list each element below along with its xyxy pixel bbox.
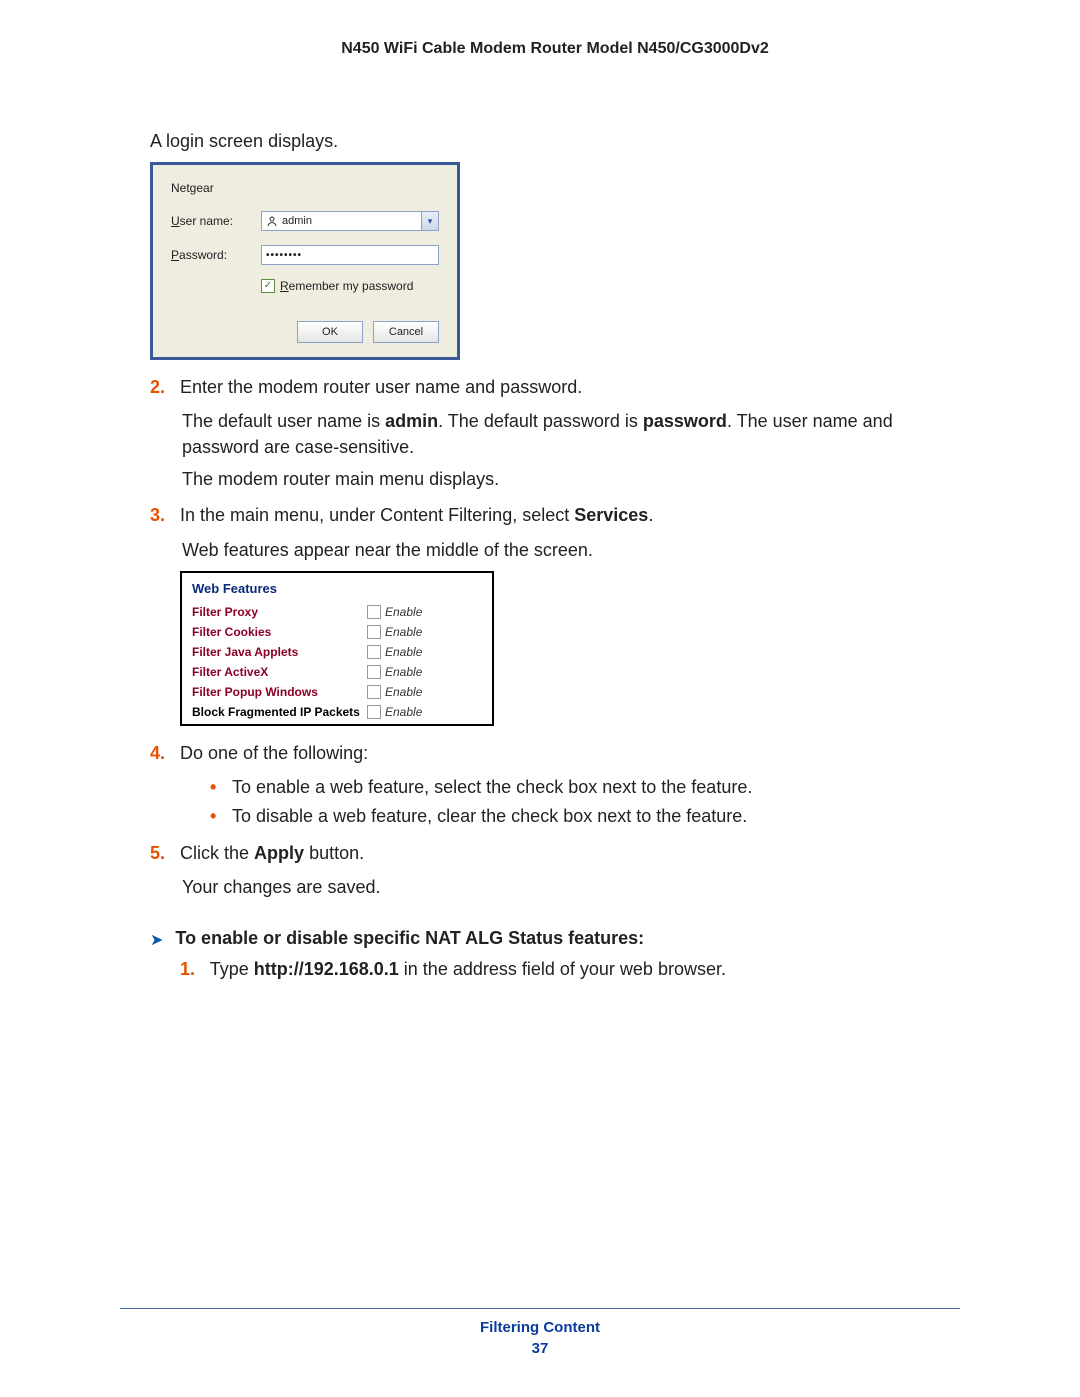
web-features-screenshot: Web Features Filter Proxy Enable Filter C… bbox=[180, 571, 494, 726]
step-2: 2. Enter the modem router user name and … bbox=[150, 374, 960, 400]
page-footer: Filtering Content 37 bbox=[120, 1308, 960, 1357]
step-number: 4. bbox=[150, 740, 175, 766]
wf-label: Filter Cookies bbox=[192, 625, 367, 639]
wf-checkbox[interactable] bbox=[367, 625, 381, 639]
login-brand: Netgear bbox=[171, 181, 439, 195]
step-2-detail-2: The modem router main menu displays. bbox=[182, 466, 960, 492]
wf-enable-text: Enable bbox=[385, 625, 422, 639]
password-label: Password: bbox=[171, 248, 261, 262]
arrow-right-icon: ➤ bbox=[150, 930, 163, 950]
username-label: User name: bbox=[171, 214, 261, 228]
step-number: 1. bbox=[180, 956, 205, 982]
bullet-item: To disable a web feature, clear the chec… bbox=[210, 803, 960, 830]
chevron-down-icon: ▾ bbox=[428, 216, 433, 227]
password-input[interactable]: •••••••• bbox=[261, 245, 439, 265]
wf-enable-text: Enable bbox=[385, 685, 422, 699]
step-text: Type http://192.168.0.1 in the address f… bbox=[210, 959, 726, 979]
wf-enable-text: Enable bbox=[385, 645, 422, 659]
step-3: 3. In the main menu, under Content Filte… bbox=[150, 502, 960, 528]
person-icon bbox=[266, 215, 278, 227]
cancel-button[interactable]: Cancel bbox=[373, 321, 439, 343]
substep-1: 1. Type http://192.168.0.1 in the addres… bbox=[180, 956, 960, 982]
remember-checkbox[interactable]: ✓ bbox=[261, 279, 275, 293]
wf-checkbox[interactable] bbox=[367, 685, 381, 699]
wf-label: Filter ActiveX bbox=[192, 665, 367, 679]
step-text: In the main menu, under Content Filterin… bbox=[180, 505, 653, 525]
remember-label: Remember my password bbox=[280, 279, 413, 293]
wf-label: Filter Proxy bbox=[192, 605, 367, 619]
document-title: N450 WiFi Cable Modem Router Model N450/… bbox=[150, 40, 960, 58]
password-mask: •••••••• bbox=[266, 250, 302, 261]
web-features-title: Web Features bbox=[192, 581, 482, 596]
wf-checkbox[interactable] bbox=[367, 705, 381, 719]
procedure-heading-text: To enable or disable specific NAT ALG St… bbox=[175, 928, 644, 949]
wf-enable-text: Enable bbox=[385, 605, 422, 619]
footer-section: Filtering Content bbox=[120, 1319, 960, 1336]
footer-page-number: 37 bbox=[120, 1340, 960, 1357]
username-input[interactable]: admin ▾ bbox=[261, 211, 439, 231]
procedure-heading: ➤ To enable or disable specific NAT ALG … bbox=[150, 928, 960, 950]
username-dropdown-button[interactable]: ▾ bbox=[421, 212, 438, 230]
intro-paragraph: A login screen displays. bbox=[150, 128, 960, 154]
wf-label: Block Fragmented IP Packets bbox=[192, 705, 367, 719]
step-2-detail-1: The default user name is admin. The defa… bbox=[182, 408, 960, 460]
step-number: 5. bbox=[150, 840, 175, 866]
step-text: Enter the modem router user name and pas… bbox=[180, 377, 582, 397]
step-text: Do one of the following: bbox=[180, 743, 368, 763]
step-number: 3. bbox=[150, 502, 175, 528]
step-5-after: Your changes are saved. bbox=[182, 874, 960, 900]
wf-checkbox[interactable] bbox=[367, 645, 381, 659]
step-text: Click the Apply button. bbox=[180, 843, 364, 863]
wf-checkbox[interactable] bbox=[367, 665, 381, 679]
username-value: admin bbox=[282, 215, 312, 227]
ok-button[interactable]: OK bbox=[297, 321, 363, 343]
step-3-after: Web features appear near the middle of t… bbox=[182, 537, 960, 563]
bullet-item: To enable a web feature, select the chec… bbox=[210, 774, 960, 801]
wf-checkbox[interactable] bbox=[367, 605, 381, 619]
wf-label: Filter Popup Windows bbox=[192, 685, 367, 699]
login-screenshot: Netgear User name: admin ▾ Password: •••… bbox=[150, 162, 460, 360]
wf-label: Filter Java Applets bbox=[192, 645, 367, 659]
step-number: 2. bbox=[150, 374, 175, 400]
wf-enable-text: Enable bbox=[385, 705, 422, 719]
step-4: 4. Do one of the following: bbox=[150, 740, 960, 766]
step-4-bullets: To enable a web feature, select the chec… bbox=[210, 774, 960, 830]
step-5: 5. Click the Apply button. bbox=[150, 840, 960, 866]
wf-enable-text: Enable bbox=[385, 665, 422, 679]
